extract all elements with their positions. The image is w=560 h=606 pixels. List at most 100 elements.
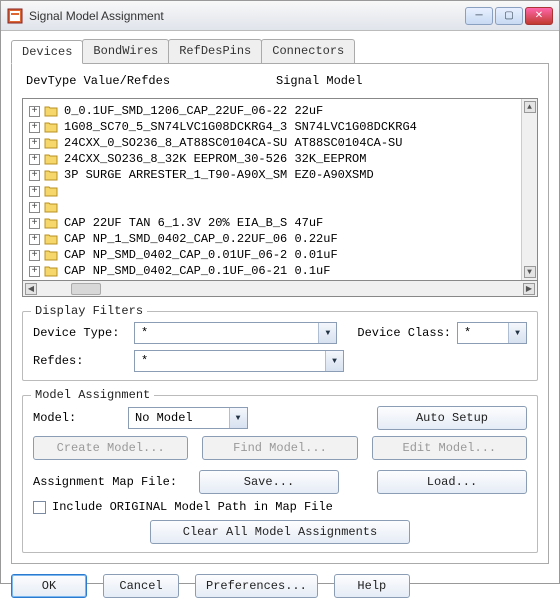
expand-icon[interactable]: +	[29, 234, 40, 245]
tab-bondwires[interactable]: BondWires	[82, 39, 169, 63]
display-filters-group: Display Filters Device Type: * ▼ Device …	[22, 311, 538, 381]
minimize-button[interactable]: ─	[465, 7, 493, 25]
tab-connectors[interactable]: Connectors	[261, 39, 355, 63]
device-list[interactable]: +0_0.1UF_SMD_1206_CAP_22UF_06-22 22uF +1…	[22, 98, 538, 281]
device-row[interactable]: + CAP NP_SMD_0402_CAP_0.01UF_06-2 0.01uF	[29, 247, 515, 263]
folder-icon	[44, 185, 58, 197]
list-header: DevType Value/Refdes Signal Model	[22, 74, 538, 90]
include-original-checkbox[interactable]: Include ORIGINAL Model Path in Map File	[33, 500, 527, 514]
device-type-combo[interactable]: * ▼	[134, 322, 337, 344]
device-text: 24CXX_0_SO236_8_AT88SC0104CA-SU AT88SC01…	[64, 136, 402, 150]
chevron-down-icon[interactable]: ▼	[325, 351, 343, 371]
folder-icon	[44, 169, 58, 181]
device-class-combo[interactable]: * ▼	[457, 322, 527, 344]
header-devtype: DevType Value/Refdes	[26, 74, 276, 88]
tab-body: DevType Value/Refdes Signal Model +0_0.1…	[11, 64, 549, 564]
include-original-label: Include ORIGINAL Model Path in Map File	[52, 500, 333, 514]
window-title: Signal Model Assignment	[29, 9, 465, 23]
device-class-label: Device Class:	[357, 326, 451, 340]
tab-refdespins[interactable]: RefDesPins	[168, 39, 262, 63]
device-row[interactable]: +1G08_SC70_5_SN74LVC1G08DCKRG4_3 SN74LVC…	[29, 119, 515, 135]
scroll-thumb[interactable]	[71, 283, 101, 295]
folder-icon	[44, 153, 58, 165]
header-signalmodel: Signal Model	[276, 74, 362, 88]
model-value: No Model	[129, 411, 229, 425]
help-button[interactable]: Help	[334, 574, 410, 598]
device-row[interactable]: + CAP 22UF TAN 6_1.3V 20% EIA_B_S 47uF	[29, 215, 515, 231]
device-list-view: +0_0.1UF_SMD_1206_CAP_22UF_06-22 22uF +1…	[23, 99, 521, 280]
device-type-value: *	[135, 326, 318, 340]
scroll-left-icon[interactable]: ◀	[25, 283, 37, 295]
device-row[interactable]: +	[29, 199, 515, 215]
scroll-down-icon[interactable]: ▼	[524, 266, 536, 278]
preferences-button[interactable]: Preferences...	[195, 574, 318, 598]
scroll-right-icon[interactable]: ▶	[523, 283, 535, 295]
close-button[interactable]: ✕	[525, 7, 553, 25]
chevron-down-icon[interactable]: ▼	[229, 408, 247, 428]
chevron-down-icon[interactable]: ▼	[508, 323, 526, 343]
device-text: CAP NP_SMD_0402_CAP_0.01UF_06-2 0.01uF	[64, 248, 338, 262]
expand-icon[interactable]: +	[29, 154, 40, 165]
refdes-label: Refdes:	[33, 354, 128, 368]
device-text: 3P SURGE ARRESTER_1_T90-A90X_SM EZ0-A90X…	[64, 168, 374, 182]
map-file-label: Assignment Map File:	[33, 475, 193, 489]
expand-icon[interactable]: +	[29, 202, 40, 213]
dialog-buttons: OK Cancel Preferences... Help	[1, 570, 559, 606]
save-button[interactable]: Save...	[199, 470, 339, 494]
folder-icon	[44, 201, 58, 213]
folder-icon	[44, 233, 58, 245]
device-row[interactable]: + CAP NP_1_SMD_0402_CAP_0.22UF_06 0.22uF	[29, 231, 515, 247]
device-text: CAP NP_1_SMD_0402_CAP_0.22UF_06 0.22uF	[64, 232, 338, 246]
expand-icon[interactable]: +	[29, 266, 40, 277]
device-row[interactable]: +	[29, 183, 515, 199]
device-row[interactable]: + CAP NP_SMD_0402_CAP_0.1UF_06-21 0.1uF	[29, 263, 515, 279]
device-row[interactable]: +3P SURGE ARRESTER_1_T90-A90X_SM EZ0-A90…	[29, 167, 515, 183]
expand-icon[interactable]: +	[29, 106, 40, 117]
model-assignment-group: Model Assignment Model: No Model ▼ Auto …	[22, 395, 538, 553]
model-assignment-legend: Model Assignment	[31, 388, 154, 402]
checkbox-icon[interactable]	[33, 501, 46, 514]
window-buttons: ─ ▢ ✕	[465, 7, 553, 25]
expand-icon[interactable]: +	[29, 170, 40, 181]
model-combo[interactable]: No Model ▼	[128, 407, 248, 429]
cancel-button[interactable]: Cancel	[103, 574, 179, 598]
folder-icon	[44, 249, 58, 261]
expand-icon[interactable]: +	[29, 250, 40, 261]
expand-icon[interactable]: +	[29, 138, 40, 149]
maximize-button[interactable]: ▢	[495, 7, 523, 25]
device-text: 0_0.1UF_SMD_1206_CAP_22UF_06-22 22uF	[64, 104, 323, 118]
device-text: CAP NP_SMD_0402_CAP_0.1UF_06-21 0.1uF	[64, 264, 330, 278]
tab-devices[interactable]: Devices	[11, 40, 83, 64]
device-text: 1G08_SC70_5_SN74LVC1G08DCKRG4_3 SN74LVC1…	[64, 120, 417, 134]
expand-icon[interactable]: +	[29, 122, 40, 133]
folder-icon	[44, 105, 58, 117]
refdes-value: *	[135, 354, 325, 368]
edit-model-button[interactable]: Edit Model...	[372, 436, 527, 460]
vertical-scrollbar[interactable]: ▲ ▼	[521, 99, 537, 280]
refdes-combo[interactable]: * ▼	[134, 350, 344, 372]
device-row[interactable]: +24CXX_0_SO236_8_AT88SC0104CA-SU AT88SC0…	[29, 135, 515, 151]
find-model-button[interactable]: Find Model...	[202, 436, 357, 460]
device-text: 24CXX_SO236_8_32K EEPROM_30-526 32K_EEPR…	[64, 152, 366, 166]
expand-icon[interactable]: +	[29, 186, 40, 197]
device-row[interactable]: +0_0.1UF_SMD_1206_CAP_22UF_06-22 22uF	[29, 103, 515, 119]
create-model-button[interactable]: Create Model...	[33, 436, 188, 460]
folder-icon	[44, 121, 58, 133]
chevron-down-icon[interactable]: ▼	[318, 323, 336, 343]
device-class-value: *	[458, 326, 508, 340]
device-type-label: Device Type:	[33, 326, 128, 340]
horizontal-scrollbar[interactable]: ◀ ▶	[22, 281, 538, 297]
device-row[interactable]: +24CXX_SO236_8_32K EEPROM_30-526 32K_EEP…	[29, 151, 515, 167]
scroll-up-icon[interactable]: ▲	[524, 101, 536, 113]
folder-icon	[44, 137, 58, 149]
device-text: CAP 22UF TAN 6_1.3V 20% EIA_B_S 47uF	[64, 216, 323, 230]
app-icon	[7, 8, 23, 24]
folder-icon	[44, 217, 58, 229]
expand-icon[interactable]: +	[29, 218, 40, 229]
display-filters-legend: Display Filters	[31, 304, 147, 318]
load-button[interactable]: Load...	[377, 470, 527, 494]
auto-setup-button[interactable]: Auto Setup	[377, 406, 527, 430]
clear-all-button[interactable]: Clear All Model Assignments	[150, 520, 410, 544]
ok-button[interactable]: OK	[11, 574, 87, 598]
tabs: Devices BondWires RefDesPins Connectors	[11, 39, 549, 64]
